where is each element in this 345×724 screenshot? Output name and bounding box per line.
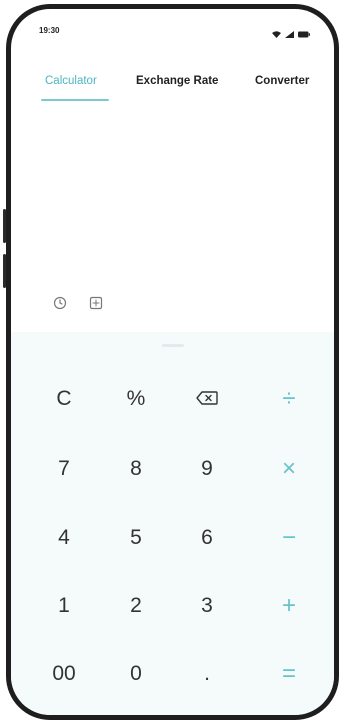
key-3[interactable]: 3	[179, 584, 235, 628]
tab-exchange-rate[interactable]: Exchange Rate	[136, 75, 218, 87]
key-equals[interactable]: =	[261, 652, 317, 696]
phone-side-button-lower	[3, 254, 6, 288]
active-tab-indicator	[41, 99, 109, 101]
status-icons	[272, 25, 310, 43]
tab-converter[interactable]: Converter	[255, 75, 309, 87]
tool-row	[51, 294, 105, 312]
screen: 19:30 Calculator Exchange Rate Converter	[11, 9, 334, 715]
keypad: C % ÷ 7 8 9 × 4 5 6 − 1 2 3 + 00 0 . =	[11, 332, 334, 715]
key-5[interactable]: 5	[108, 516, 164, 560]
status-bar: 19:30	[11, 9, 334, 38]
keypad-drag-handle[interactable]	[161, 344, 184, 347]
battery-icon	[298, 25, 310, 43]
history-icon[interactable]	[51, 294, 69, 312]
key-9[interactable]: 9	[179, 447, 235, 491]
wifi-icon	[272, 25, 281, 43]
key-8[interactable]: 8	[108, 447, 164, 491]
key-double-zero[interactable]: 00	[36, 652, 92, 696]
key-backspace[interactable]	[179, 377, 235, 421]
phone-side-button-upper	[3, 209, 6, 243]
key-multiply[interactable]: ×	[261, 447, 317, 491]
key-4[interactable]: 4	[36, 516, 92, 560]
scientific-mode-icon[interactable]	[87, 294, 105, 312]
key-percent[interactable]: %	[108, 377, 164, 421]
key-decimal[interactable]: .	[179, 652, 235, 696]
key-add[interactable]: +	[261, 584, 317, 628]
tab-calculator[interactable]: Calculator	[45, 75, 97, 87]
key-0[interactable]: 0	[108, 652, 164, 696]
cellular-signal-icon	[285, 25, 294, 43]
status-time: 19:30	[39, 26, 60, 35]
backspace-icon	[196, 387, 218, 411]
key-clear[interactable]: C	[36, 377, 92, 421]
key-6[interactable]: 6	[179, 516, 235, 560]
phone-frame: 19:30 Calculator Exchange Rate Converter	[3, 4, 339, 720]
key-1[interactable]: 1	[36, 584, 92, 628]
tab-bar: Calculator Exchange Rate Converter	[11, 75, 334, 105]
key-subtract[interactable]: −	[261, 516, 317, 560]
key-divide[interactable]: ÷	[261, 377, 317, 421]
key-7[interactable]: 7	[36, 447, 92, 491]
key-2[interactable]: 2	[108, 584, 164, 628]
